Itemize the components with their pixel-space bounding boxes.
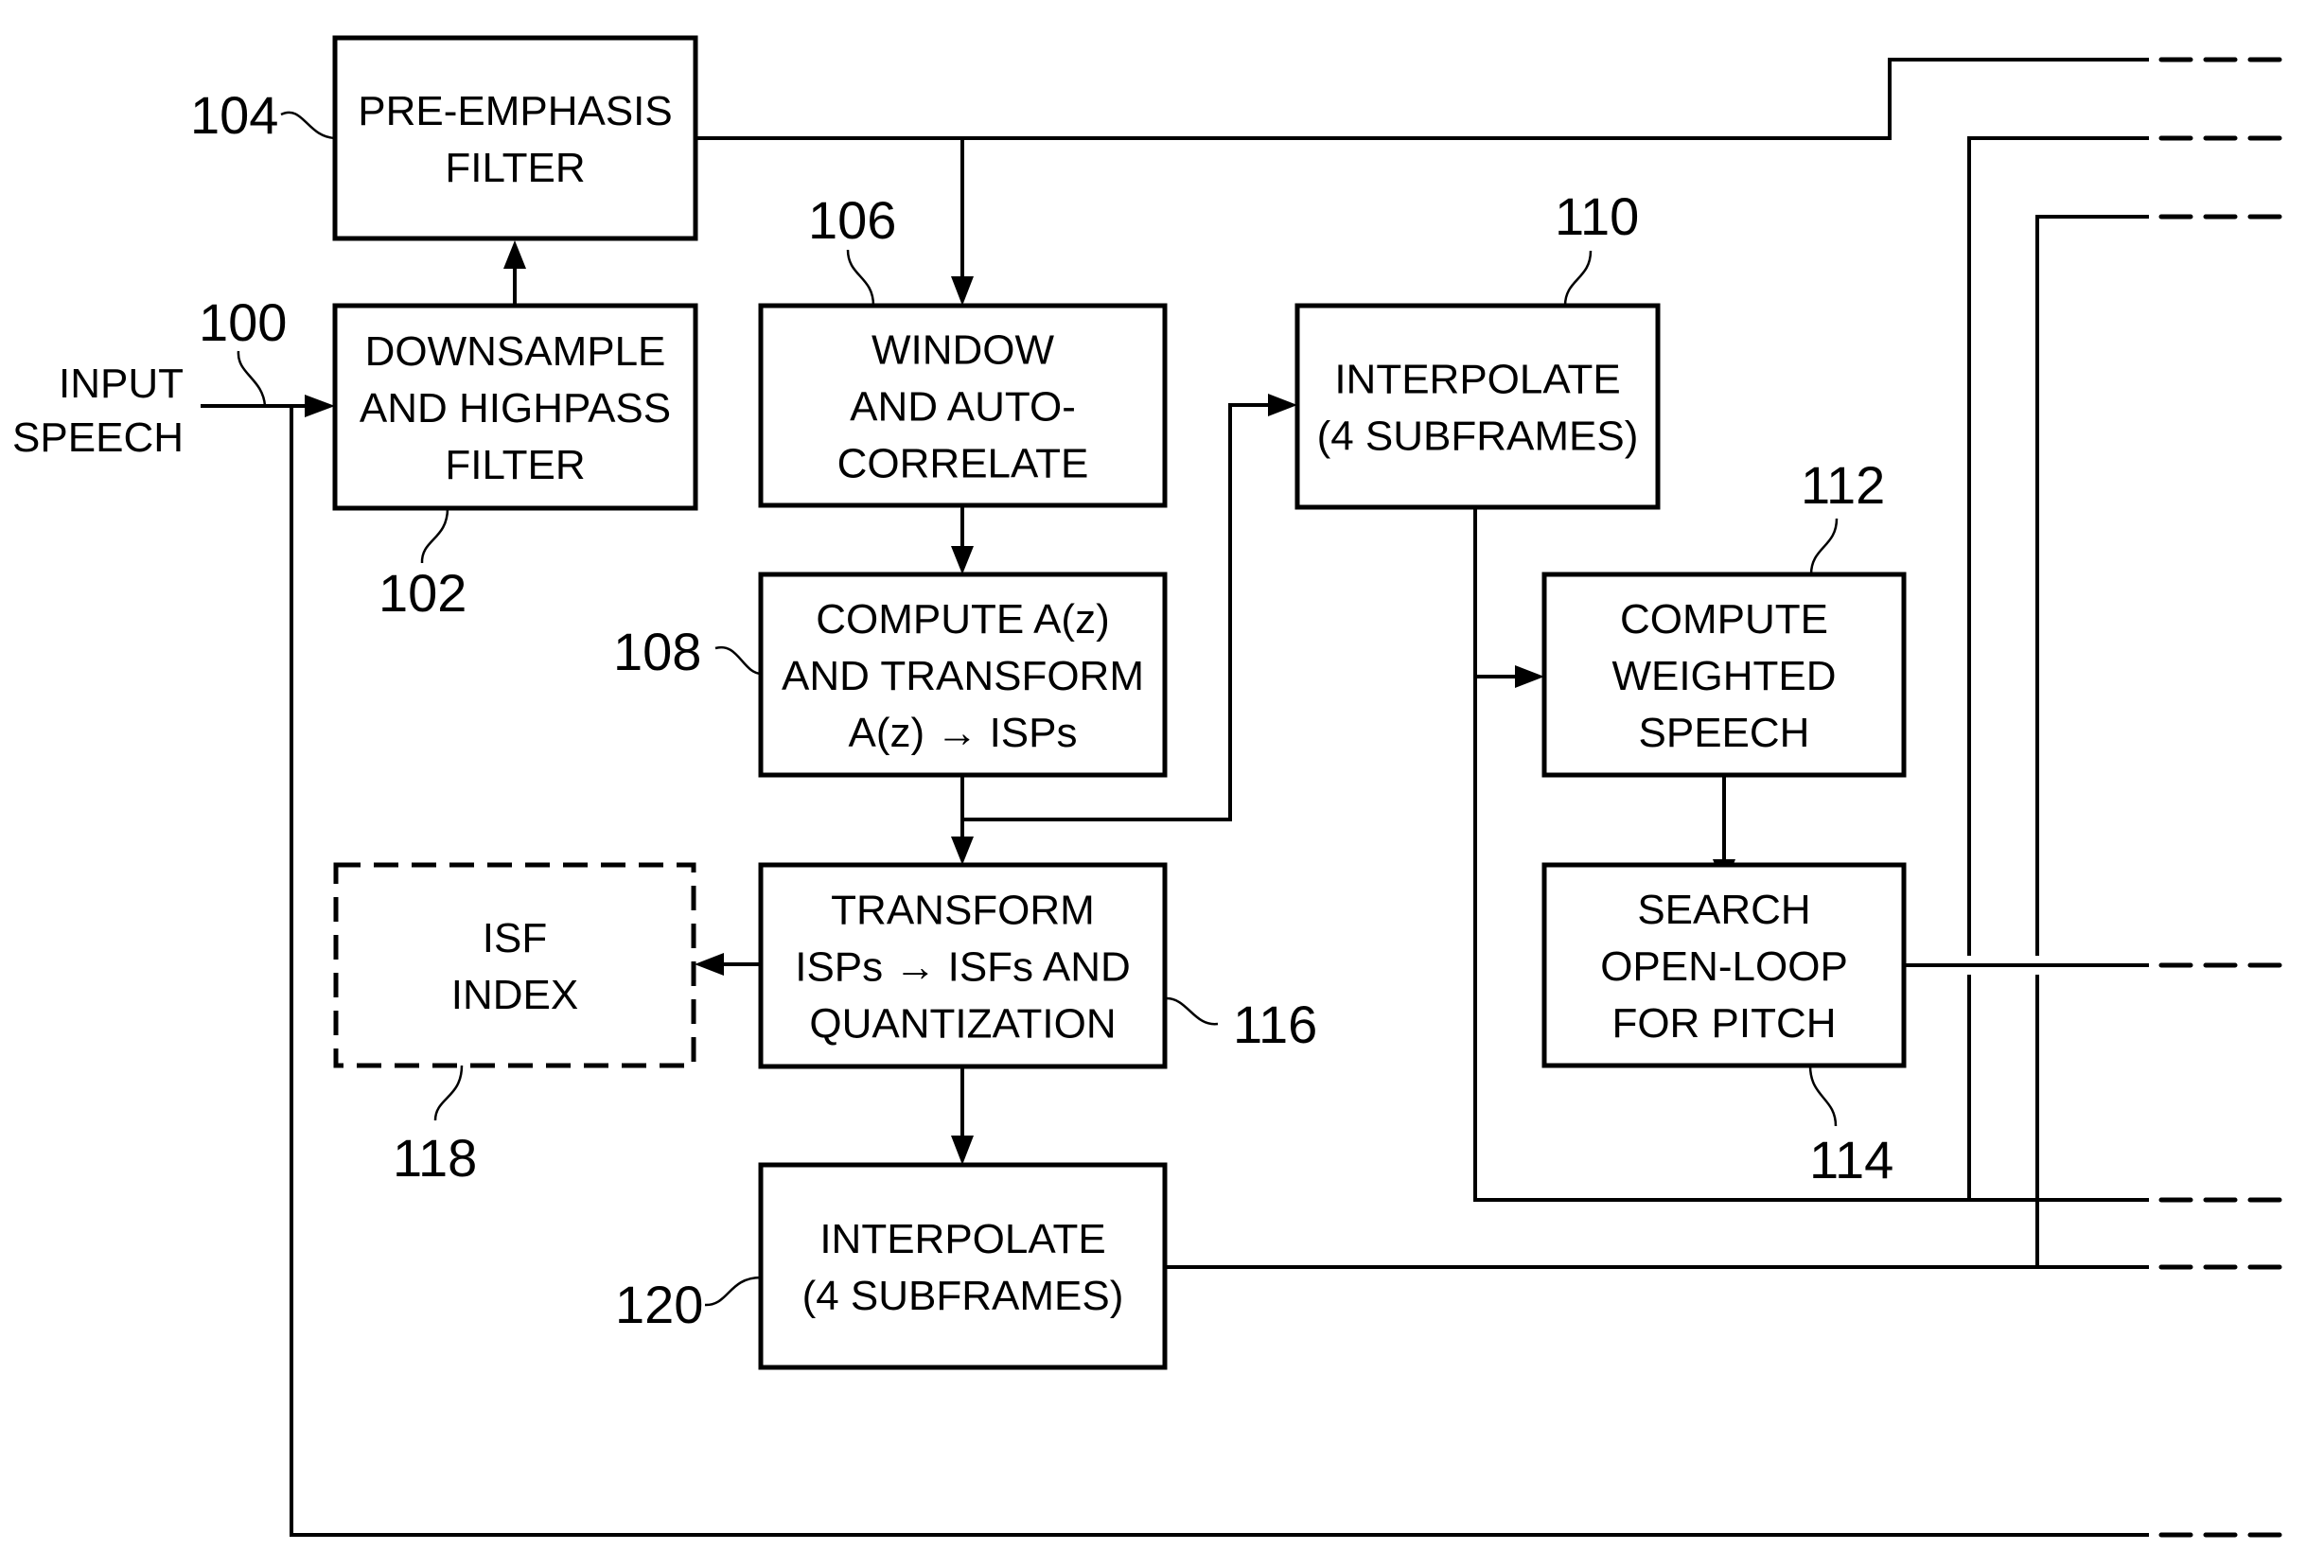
leader-100 [237,350,267,407]
block-118-text-line: ISF [483,915,547,961]
block-106-text-line: AND AUTO- [850,384,1076,431]
block-116-text-line: QUANTIZATION [809,1001,1116,1048]
block-116-text-line: ISPs → ISFs AND [795,944,1131,991]
block-104-text-line: PRE-EMPHASIS [358,88,673,134]
block-118-frame [333,862,696,1068]
block-112-text-line: COMPUTE [1620,596,1828,643]
block-112-text-line: SPEECH [1639,710,1810,756]
block-114-text-line: OPEN-LOOP [1600,943,1848,990]
block-118-text-line: INDEX [451,972,578,1018]
block-104-text-line: FILTER [445,145,585,191]
ref-112: 112 [1801,455,1885,515]
ref-110: 110 [1555,186,1639,246]
block-112: COMPUTE WEIGHTED SPEECH [1541,572,1907,778]
wire-104-output [695,58,2149,140]
block-108-text-line: COMPUTE A(z) [816,596,1109,643]
block-120-text-line: (4 SUBFRAMES) [802,1273,1124,1319]
arrowhead-into-104 [503,240,526,269]
block-102: DOWNSAMPLE AND HIGHPASS FILTER [332,303,698,511]
wire-bus-3-vertical [2035,215,2149,1267]
leader-112 [1809,518,1839,575]
arrowhead-into-110 [1268,394,1297,416]
block-104-frame [332,35,698,241]
leader-120 [704,1276,762,1307]
block-106: WINDOW AND AUTO- CORRELATE [758,303,1168,508]
leader-116 [1166,996,1219,1026]
block-108-text-line: AND TRANSFORM [782,653,1144,699]
block-118: ISF INDEX [333,862,696,1068]
blocks: PRE-EMPHASIS FILTER DOWNSAMPLE AND HIGHPASS… [332,35,1907,1370]
leader-118 [433,1065,464,1121]
block-110-frame [1294,303,1661,510]
speech-encoder-block-diagram: PRE-EMPHASIS FILTER DOWNSAMPLE AND HIGHPASS… [12,35,2287,1538]
ref-104: 104 [190,85,278,145]
block-114-text-line: FOR PITCH [1611,1000,1836,1047]
leader-110 [1563,250,1593,307]
leader-106 [846,249,875,307]
ref-118: 118 [393,1128,477,1188]
ref-100: 100 [199,292,287,352]
arrowhead-into-108 [951,546,974,574]
ref-120: 120 [615,1275,703,1334]
ref-114: 114 [1809,1130,1893,1189]
block-102-text-line: AND HIGHPASS [360,385,671,432]
arrowhead-into-112 [1515,665,1544,688]
block-120-frame [758,1162,1168,1370]
arrowhead-into-106 [951,276,974,306]
arrowhead-into-102 [305,395,335,417]
block-112-text-line: WEIGHTED [1611,653,1836,699]
input-speech-label-line1: INPUT [59,361,184,407]
leader-108 [714,645,763,676]
leader-102 [420,507,449,564]
arrowhead-into-118 [695,953,724,976]
block-114-text-line: SEARCH [1637,887,1810,933]
wire-bus-2-vertical [1967,136,2149,1200]
block-106-text-line: CORRELATE [837,441,1089,487]
ref-106: 106 [808,190,896,250]
block-116-text-line: TRANSFORM [831,888,1095,934]
block-102-text-line: FILTER [445,442,585,488]
ref-102: 102 [379,563,467,623]
block-108-text-line: A(z) → ISPs [848,710,1077,756]
block-102-text-line: DOWNSAMPLE [365,328,666,375]
arrowhead-into-120 [951,1136,974,1165]
block-110-text-line: INTERPOLATE [1334,357,1620,403]
block-110: INTERPOLATE (4 SUBFRAMES) [1294,303,1661,510]
block-114: SEARCH OPEN-LOOP FOR PITCH [1541,862,1907,1068]
ref-116: 116 [1233,995,1317,1054]
block-120-text-line: INTERPOLATE [819,1216,1105,1262]
leader-114 [1808,1065,1838,1127]
block-106-text-line: WINDOW [872,327,1055,374]
block-120: INTERPOLATE (4 SUBFRAMES) [758,1162,1168,1370]
block-110-text-line: (4 SUBFRAMES) [1317,414,1639,460]
wires [201,57,2287,1538]
arrowhead-into-116 [951,837,974,865]
block-108: COMPUTE A(z) AND TRANSFORM A(z) → ISPs [758,572,1168,778]
input-speech-label-line2: SPEECH [12,414,184,461]
ref-108: 108 [613,622,701,681]
block-116: TRANSFORM ISPs → ISFs AND QUANTIZATION [758,862,1168,1069]
leader-104 [280,111,336,140]
block-104: PRE-EMPHASIS FILTER [332,35,698,241]
